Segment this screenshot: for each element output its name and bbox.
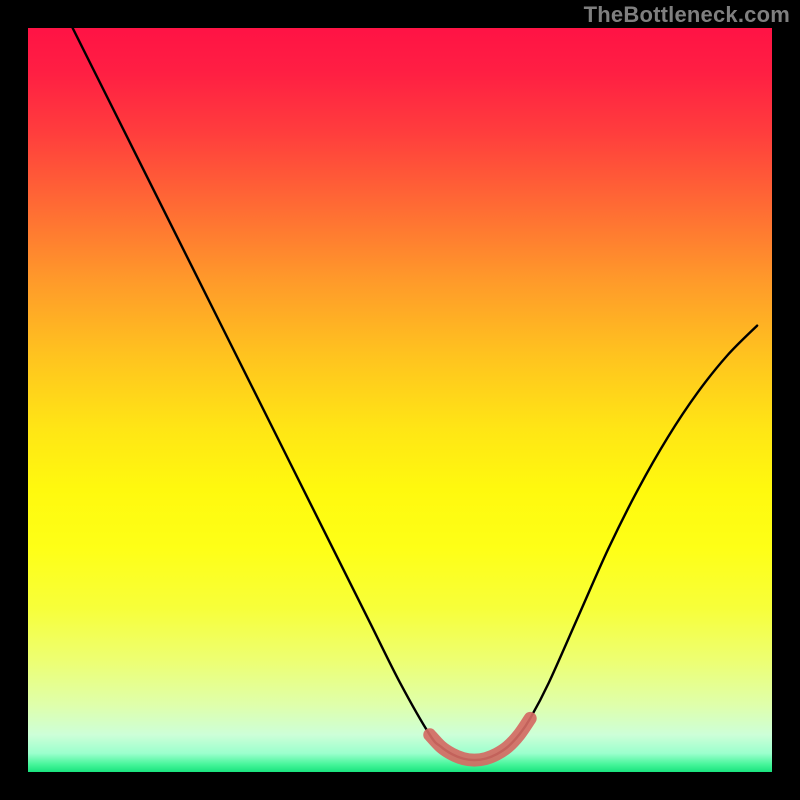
chart-frame: TheBottleneck.com [0, 0, 800, 800]
v-curve [73, 28, 757, 760]
accent-valley [430, 718, 530, 760]
chart-svg [28, 28, 772, 772]
watermark-text: TheBottleneck.com [584, 2, 790, 28]
plot-area [28, 28, 772, 772]
